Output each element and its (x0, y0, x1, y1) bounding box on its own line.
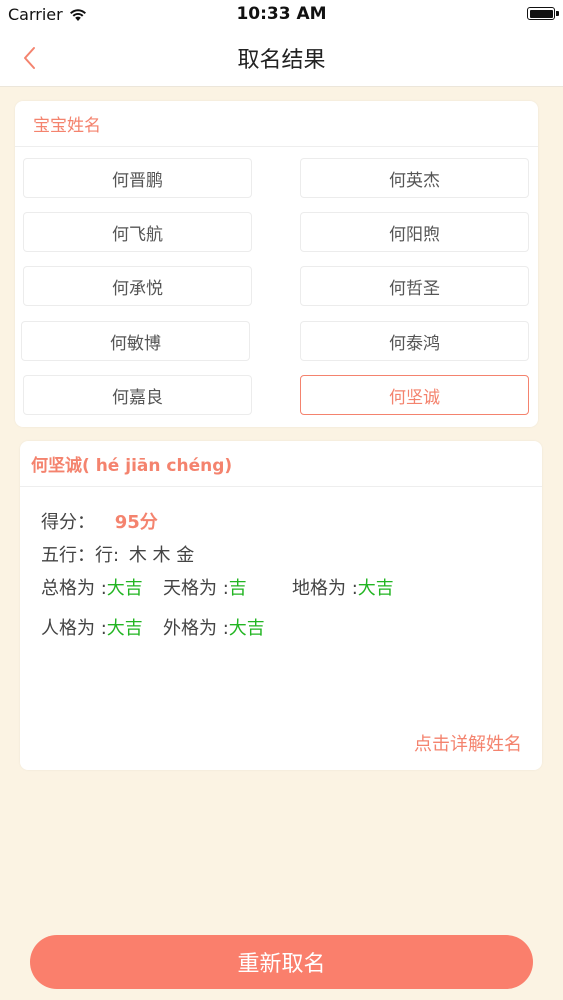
waige-value: 大吉 (228, 618, 265, 639)
wuxing-label: 五行：行: (41, 545, 120, 566)
name-option-selected[interactable]: 何坚诚 (300, 375, 529, 415)
renge-label: 人格为 : (41, 618, 107, 639)
zongge-label: 总格为 : (41, 578, 107, 599)
dige-row: 地格为 :大吉 (292, 574, 394, 600)
score-row: 得分： 95分 (41, 508, 158, 534)
zongge-value: 大吉 (106, 578, 143, 599)
name-option[interactable]: 何阳煦 (300, 212, 529, 252)
score-label: 得分： (41, 512, 95, 533)
detail-header: 何坚诚( hé jiān chéng) (20, 441, 542, 487)
name-detail-card: 何坚诚( hé jiān chéng) 得分： 95分 五行：行: 木 木 金 … (20, 441, 542, 770)
dige-value: 大吉 (357, 578, 394, 599)
name-option[interactable]: 何嘉良 (23, 375, 252, 415)
baby-names-card: 宝宝姓名 何晋鹏 何英杰 何飞航 何阳煦 何承悦 何哲圣 何敏博 何泰鸿 何嘉良… (15, 101, 538, 427)
rename-button[interactable]: 重新取名 (30, 935, 533, 989)
name-option[interactable]: 何敏博 (21, 321, 250, 361)
waige-row: 外格为 :大吉 (163, 614, 265, 640)
battery-level (529, 9, 553, 18)
battery-icon (527, 7, 559, 20)
name-option[interactable]: 何哲圣 (300, 266, 529, 306)
page-title: 取名结果 (237, 48, 326, 73)
tiange-value: 吉 (228, 578, 247, 599)
name-option[interactable]: 何泰鸿 (300, 321, 529, 361)
renge-row: 人格为 :大吉 (41, 614, 143, 640)
baby-names-header: 宝宝姓名 (15, 101, 538, 147)
name-detail-link[interactable]: 点击详解姓名 (414, 730, 522, 756)
name-option[interactable]: 何英杰 (300, 158, 529, 198)
name-option[interactable]: 何承悦 (23, 266, 252, 306)
waige-label: 外格为 : (163, 618, 229, 639)
tiange-row: 天格为 :吉 (163, 574, 247, 600)
renge-value: 大吉 (106, 618, 143, 639)
score-value: 95分 (114, 512, 158, 533)
wuxing-values: 木 木 金 (128, 545, 195, 566)
status-bar: Carrier 10:33 AM (0, 0, 563, 30)
dige-label: 地格为 : (292, 578, 358, 599)
name-option[interactable]: 何飞航 (23, 212, 252, 252)
wuxing-row: 五行：行: 木 木 金 (41, 541, 194, 567)
tiange-label: 天格为 : (163, 578, 229, 599)
name-option[interactable]: 何晋鹏 (23, 158, 252, 198)
battery-cap (556, 11, 559, 16)
nav-bar: 取名结果 (0, 30, 563, 87)
zongge-row: 总格为 :大吉 (41, 574, 143, 600)
status-time: 10:33 AM (236, 4, 327, 24)
